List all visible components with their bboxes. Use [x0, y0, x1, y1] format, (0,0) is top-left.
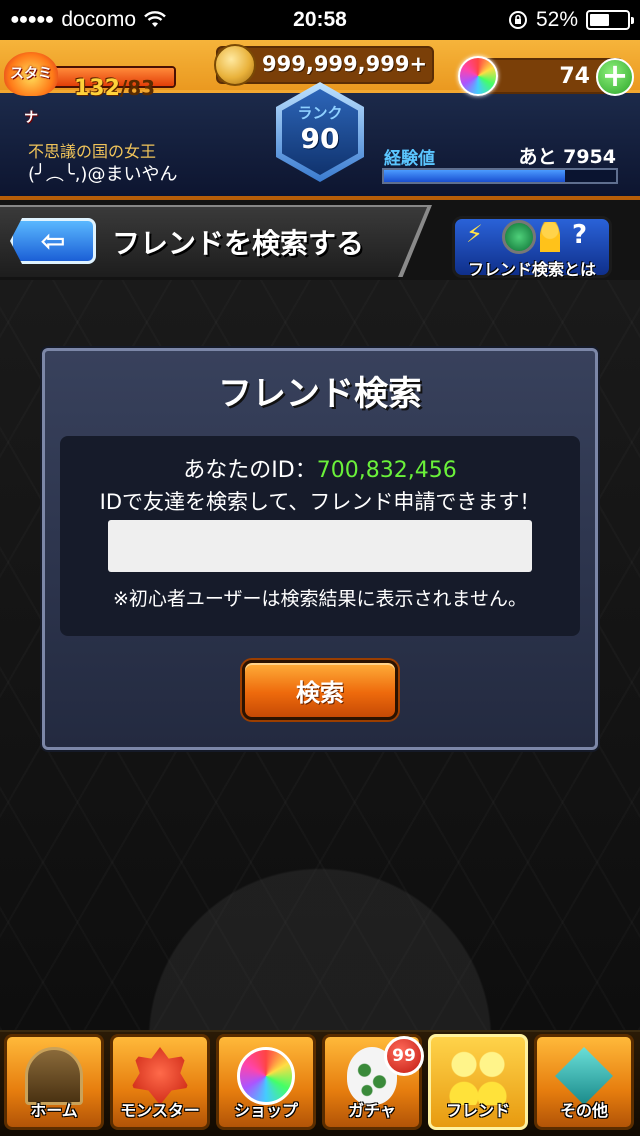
battery-icon — [586, 10, 634, 30]
coin-icon — [214, 44, 256, 86]
your-id-line: あなたのID：700,832,456 — [60, 452, 580, 484]
nav-friend-label: フレンド — [445, 1101, 510, 1120]
battery-level — [590, 14, 609, 26]
nav-home-label: ホーム — [30, 1101, 78, 1120]
exp-bar — [382, 168, 618, 184]
nav-monster[interactable]: モンスター — [110, 1034, 210, 1130]
search-button[interactable]: 検索 — [242, 660, 398, 720]
page-title: フレンドを検索する — [112, 227, 365, 260]
battery-percent: 52% — [535, 8, 578, 31]
coin-count: 999,999,999+ — [262, 52, 428, 76]
player-title: 不思議の国の女王 — [28, 142, 157, 161]
exp-label: 経験値 — [384, 149, 435, 169]
friend-search-help-label: フレンド検索とは — [467, 260, 596, 279]
stamina-max: /83 — [119, 76, 156, 100]
orb-count: 74 — [559, 64, 590, 89]
buy-orbs-button[interactable]: + — [596, 58, 634, 96]
nav-monster-label: モンスター — [120, 1101, 200, 1120]
dialog-title: フレンド検索 — [218, 374, 422, 414]
exp-remaining: あと 7954 — [518, 146, 617, 168]
nav-home[interactable]: ホーム — [4, 1034, 104, 1130]
your-id-label: あなたのID： — [183, 458, 317, 483]
gacha-count-badge: 99 — [384, 1036, 424, 1076]
stamina-icon: スタミナ — [4, 52, 58, 126]
back-button[interactable]: ⇦ — [10, 218, 96, 264]
nav-other[interactable]: その他 — [534, 1034, 634, 1130]
orb-icon — [458, 56, 498, 96]
search-description: IDで友達を検索して、フレンド申請できます！ — [99, 490, 541, 514]
person-icon — [540, 222, 560, 252]
nav-shop-label: ショップ — [233, 1101, 298, 1120]
beginner-note: ※初心者ユーザーは検索結果に表示されません。 — [113, 588, 527, 610]
question-icon: ? — [572, 220, 588, 250]
rank-value: 90 — [300, 122, 340, 155]
rotation-lock-icon — [508, 11, 527, 29]
your-id-value: 700,832,456 — [316, 458, 457, 483]
radar-icon — [502, 220, 536, 254]
stamina-current: 132 — [74, 76, 120, 101]
back-arrow-icon: ⇦ — [40, 223, 66, 259]
player-name: (╯︵╰,)@まいやん — [28, 164, 178, 185]
nav-gacha-label: ガチャ — [348, 1101, 396, 1120]
nav-friend[interactable]: フレンド — [428, 1034, 528, 1130]
friend-id-input[interactable] — [108, 520, 532, 572]
status-bar: ●●●●● docomo 20:58 52% — [0, 0, 640, 40]
rank-label: ランク — [297, 104, 343, 122]
nav-shop[interactable]: ショップ — [216, 1034, 316, 1130]
lightning-icon: ⚡ — [466, 220, 483, 248]
nav-other-label: その他 — [559, 1101, 608, 1120]
exp-bar-fill — [384, 170, 565, 182]
stamina-value: 132/83 — [74, 76, 155, 101]
